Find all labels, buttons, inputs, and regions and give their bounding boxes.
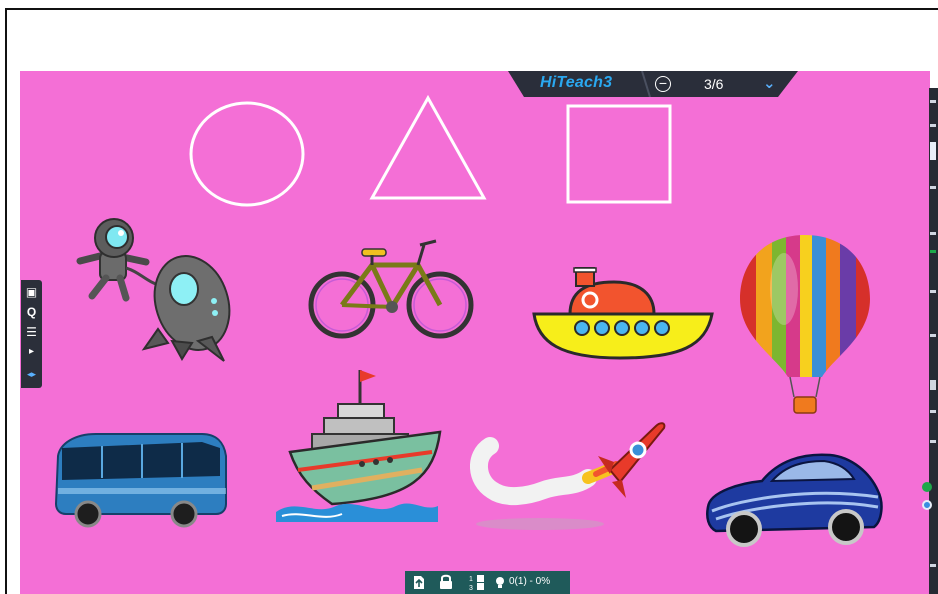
status-text: 0(1) - 0% [509,576,551,587]
svg-text:1: 1 [469,576,473,583]
right-tool-mark[interactable] [930,440,936,443]
right-tool-mark[interactable] [930,334,936,337]
lightbulb-icon [496,577,504,588]
right-tool-mark[interactable] [930,250,936,253]
right-tool-mark[interactable] [930,564,936,567]
square-shape[interactable] [566,104,672,204]
grid-numbers-icon[interactable]: 1 3 [468,574,486,591]
car-image[interactable] [702,447,886,551]
slide-canvas[interactable] [20,71,930,594]
right-tool-mark[interactable] [930,186,936,189]
play-icon[interactable]: ▸ [21,342,42,362]
svg-text:3: 3 [469,585,473,591]
q-icon[interactable]: Q [21,302,42,322]
circle-shape[interactable] [188,100,306,208]
green-status-dot[interactable] [922,482,932,492]
menu-icon[interactable]: ☰ [21,322,42,342]
switch-arrows-icon[interactable]: ◂▸ [21,364,42,384]
brand-logo: HiTeach3 [540,74,613,91]
triangle-shape[interactable] [366,94,490,202]
right-toolbar[interactable] [929,88,938,594]
image-icon[interactable]: ▣ [21,282,42,302]
right-tool-selected[interactable] [930,142,936,160]
right-tool-mark[interactable] [930,410,936,413]
submarine-image[interactable] [530,266,716,362]
bottom-status-bar: 1 3 0(1) - 0% [405,571,570,594]
right-tool-mark[interactable] [930,380,936,390]
bicycle-image[interactable] [308,237,478,343]
hiteach-header: HiTeach3 − 3/6 ⌄ [508,71,798,97]
hot-air-balloon-image[interactable] [738,233,872,417]
lock-icon[interactable] [439,574,453,590]
left-toolbar: ▣ Q ☰ ▸ ◂▸ [21,280,42,388]
blue-status-dot[interactable] [922,500,932,510]
upload-file-icon[interactable] [413,575,425,590]
right-tool-mark[interactable] [930,100,936,103]
minus-icon[interactable]: − [655,76,671,92]
ship-image[interactable] [272,366,444,526]
chevron-down-icon[interactable]: ⌄ [763,74,776,92]
rocket-image[interactable] [470,416,670,534]
right-tool-mark[interactable] [930,232,936,235]
page-indicator: 3/6 [704,76,724,92]
right-tool-mark[interactable] [930,124,936,127]
bus-image[interactable] [52,426,232,530]
space-capsule-image[interactable] [138,249,238,367]
right-tool-mark[interactable] [930,290,936,293]
